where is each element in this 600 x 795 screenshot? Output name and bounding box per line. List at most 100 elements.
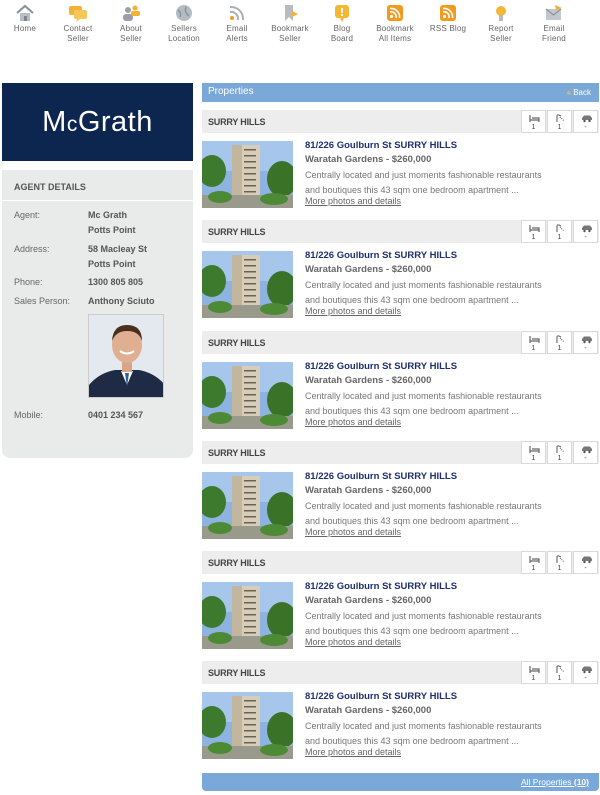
property-name-price: Waratah Gardens - $260,000 [305,595,432,606]
listing-header-bar: SURRY HILLS 1 1- [202,441,599,464]
property-name-price: Waratah Gardens - $260,000 [305,154,432,165]
property-listing: SURRY HILLS 1 1-81/226 Goulburn St SURRY H… [202,551,599,651]
more-details-link[interactable]: More photos and details [305,196,401,206]
globe-icon [176,5,192,21]
property-description: Centrally located and just moments fashi… [305,170,542,195]
brand-logo: McGrath [2,83,193,161]
property-thumbnail[interactable] [202,472,293,539]
address-label: Address: [14,244,50,254]
agent-details-heading: AGENT DETAILS [14,182,86,192]
more-details-link[interactable]: More photos and details [305,747,401,757]
more-details-link[interactable]: More photos and details [305,306,401,316]
bathrooms-feature: 1 [547,551,572,574]
suburb-label: SURRY HILLS [208,338,266,348]
envelope-icon [545,5,562,20]
toolbar-blog-board[interactable]: ! Blog Board [313,5,371,43]
parking-feature: - [573,661,598,684]
chat-bubble-icon [69,6,87,22]
toolbar: Home Contact Seller About Seller Sellers… [0,0,600,76]
property-title-link[interactable]: 81/226 Goulburn St SURRY HILLS [305,140,457,151]
property-title-link[interactable]: 81/226 Goulburn St SURRY HILLS [305,361,457,372]
property-thumbnail[interactable] [202,251,293,318]
bedrooms-feature: 1 [521,661,546,684]
agent-photo [88,314,164,398]
people-icon [123,5,140,21]
property-listing: SURRY HILLS 1 1-81/226 Goulburn St SURRY H… [202,331,599,431]
bedrooms-feature: 1 [521,551,546,574]
report-icon [496,6,506,21]
suburb-label: SURRY HILLS [208,117,266,127]
suburb-label: SURRY HILLS [208,668,266,678]
property-listing: SURRY HILLS 1 1-81/226 Goulburn St SURRY H… [202,441,599,541]
toolbar-rss-blog[interactable]: RSS Blog [419,5,477,34]
agent-value: Mc Grath Potts Point [88,210,136,235]
property-description: Centrally located and just moments fashi… [305,280,542,305]
property-thumbnail[interactable] [202,582,293,649]
suburb-label: SURRY HILLS [208,448,266,458]
property-listing: SURRY HILLS 1 1-81/226 Goulburn St SURRY H… [202,661,599,761]
toolbar-home[interactable]: Home [0,4,54,34]
back-arrow-icon: « [566,88,572,97]
toolbar-bookmark-all-items[interactable]: Bookmark All Items [366,5,424,43]
phone-label: Phone: [14,277,43,287]
toolbar-sellers-location[interactable]: Sellers Location [155,5,213,43]
more-details-link[interactable]: More photos and details [305,417,401,427]
parking-feature: - [573,220,598,243]
property-title-link[interactable]: 81/226 Goulburn St SURRY HILLS [305,691,457,702]
back-button[interactable]: «Back [567,88,591,97]
toolbar-email-alerts[interactable]: Email Alerts [208,5,266,43]
bathrooms-feature: 1 [547,661,572,684]
property-description: Centrally located and just moments fashi… [305,611,542,636]
divider [2,200,193,201]
properties-header: Properties «Back [202,83,599,102]
property-listing: SURRY HILLS 1 1-81/226 Goulburn St SURRY H… [202,220,599,320]
property-thumbnail[interactable] [202,692,293,759]
more-details-link[interactable]: More photos and details [305,637,401,647]
feed-icon [440,5,456,21]
property-name-price: Waratah Gardens - $260,000 [305,375,432,386]
feed-icon [387,5,403,21]
bedrooms-feature: 1 [521,331,546,354]
property-name-price: Waratah Gardens - $260,000 [305,264,432,275]
properties-title: Properties [208,86,254,97]
toolbar-contact-seller[interactable]: Contact Seller [49,6,107,43]
bookmark-icon [285,5,298,21]
suburb-label: SURRY HILLS [208,558,266,568]
bathrooms-feature: 1 [547,220,572,243]
address-value: 58 Macleay St Potts Point [88,244,148,269]
properties-footer: All Properties (10) [202,773,599,791]
bedrooms-feature: 1 [521,441,546,464]
all-properties-link[interactable]: All Properties (10) [521,777,589,787]
toolbar-report-seller[interactable]: Report Seller [472,6,530,43]
property-name-price: Waratah Gardens - $260,000 [305,705,432,716]
property-thumbnail[interactable] [202,141,293,208]
logo-text: McGrath [42,105,153,138]
toolbar-bookmark-seller[interactable]: Bookmark Seller [261,5,319,43]
property-listing: SURRY HILLS 1 1-81/226 Goulburn St SURRY H… [202,110,599,210]
property-thumbnail[interactable] [202,362,293,429]
listing-header-bar: SURRY HILLS 1 1- [202,110,599,133]
mobile-label: Mobile: [14,410,44,420]
toolbar-email-friend[interactable]: Email Friend [525,5,583,43]
property-title-link[interactable]: 81/226 Goulburn St SURRY HILLS [305,250,457,261]
property-title-link[interactable]: 81/226 Goulburn St SURRY HILLS [305,471,457,482]
agent-label: Agent: [14,210,41,220]
toolbar-about-seller[interactable]: About Seller [102,5,160,43]
property-description: Centrally located and just moments fashi… [305,391,542,416]
svg-text:!: ! [339,6,344,19]
property-description: Centrally located and just moments fashi… [305,721,542,746]
bedrooms-feature: 1 [521,220,546,243]
rss-icon [229,5,245,21]
bathrooms-feature: 1 [547,110,572,133]
listing-header-bar: SURRY HILLS 1 1- [202,551,599,574]
sales-person-value: Anthony Sciuto [88,296,155,306]
property-title-link[interactable]: 81/226 Goulburn St SURRY HILLS [305,581,457,592]
listing-header-bar: SURRY HILLS 1 1- [202,661,599,684]
sales-person-label: Sales Person: [14,296,71,306]
parking-feature: - [573,441,598,464]
parking-feature: - [573,331,598,354]
suburb-label: SURRY HILLS [208,227,266,237]
bathrooms-feature: 1 [547,331,572,354]
more-details-link[interactable]: More photos and details [305,527,401,537]
agent-details-panel: AGENT DETAILS Agent: Mc Grath Potts Poin… [2,170,193,458]
